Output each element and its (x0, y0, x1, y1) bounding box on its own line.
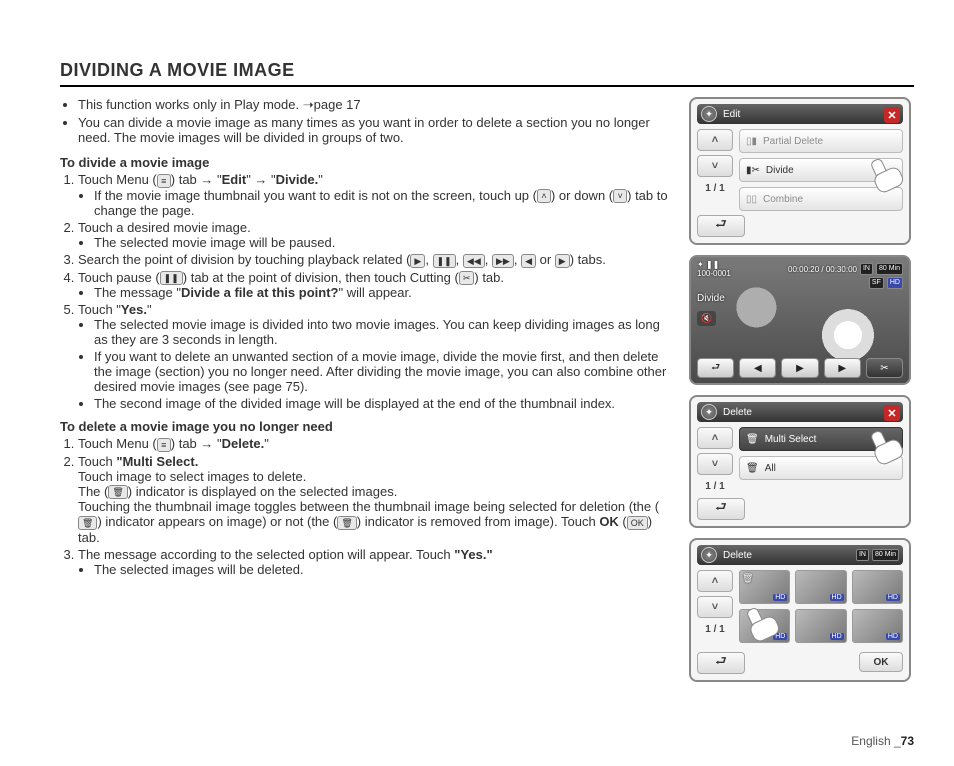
hd-badge: HD (830, 633, 844, 640)
storage-in-badge: IN (856, 549, 869, 561)
intro-bullet-1: This function works only in Play mode. p… (78, 97, 671, 113)
close-button[interactable]: ✕ (884, 107, 900, 123)
quality-hd-badge: HD (887, 277, 903, 289)
step-back-icon: ◀ (521, 254, 536, 268)
fwd-icon: ▶▶ (492, 254, 514, 268)
menu-title: Delete (723, 407, 752, 418)
instruction-text: This function works only in Play mode. p… (60, 97, 671, 682)
thumbnail[interactable]: HD (852, 570, 903, 604)
menu-icon: ≡ (157, 174, 171, 188)
page-indicator: 1 / 1 (697, 181, 733, 196)
subhead-divide: To divide a movie image (60, 155, 671, 170)
battery-badge: 80 Min (872, 549, 899, 561)
return-button[interactable]: ⮐ (697, 215, 745, 237)
pause-state-icon: ❚❚ (706, 260, 719, 269)
pause-icon: ❚❚ (433, 254, 456, 268)
menu-item-all[interactable]: 🗑All (739, 456, 903, 480)
film-icon: ✦ (701, 404, 717, 420)
page-indicator: 1 / 1 (697, 479, 733, 494)
page-down-button[interactable]: ˅ (697, 453, 733, 475)
menu-item-combine[interactable]: ▯▯Combine (739, 187, 903, 211)
down-icon: ˅ (613, 189, 627, 203)
menu-title: Delete (723, 550, 752, 561)
divide-step-3: Search the point of division by touching… (78, 252, 671, 268)
page-down-button[interactable]: ˅ (697, 596, 733, 618)
divide-step-2: Touch a desired movie image. The selecte… (78, 220, 671, 250)
intro-bullet-2: You can divide a movie image as many tim… (78, 115, 671, 145)
play-button[interactable]: ▶ (781, 358, 818, 378)
up-icon: ˄ (537, 189, 551, 203)
divide-step-5: Touch "Yes." The selected movie image is… (78, 302, 671, 411)
lcd-delete-thumbnails: ✦ Delete IN 80 Min ˄ ˅ 1 / 1 🗑 HD HD (689, 538, 911, 682)
file-number: 100-0001 (697, 269, 731, 278)
combine-icon: ▯▯ (746, 194, 757, 205)
close-button[interactable]: ✕ (884, 405, 900, 421)
selected-trash-icon: 🗑 (742, 573, 753, 584)
step-back-button[interactable]: ◀ (739, 358, 776, 378)
page-up-button[interactable]: ˄ (697, 129, 733, 151)
menu-item-divide[interactable]: ▮✂Divide (739, 158, 903, 182)
film-icon: ✦ (697, 260, 704, 269)
trash-icon: 🗑 (337, 516, 356, 530)
quality-sf-badge: SF (869, 277, 884, 289)
arrow-icon (303, 97, 314, 112)
menu-title: Edit (723, 109, 740, 120)
delete-step-1: Touch Menu (≡) tab → "Delete." (78, 436, 671, 452)
subhead-delete: To delete a movie image you no longer ne… (60, 419, 671, 434)
trash-icon: 🗑 (108, 485, 127, 499)
time-counter: 00:00:20 / 00:30:00 (788, 265, 857, 274)
hd-badge: HD (773, 633, 787, 640)
return-button[interactable]: ⮐ (697, 498, 745, 520)
return-button[interactable]: ⮐ (697, 358, 734, 378)
pause-icon: ❚❚ (160, 271, 183, 285)
thumbnail[interactable]: HD (852, 609, 903, 643)
delete-step-2: Touch "Multi Select. Touch image to sele… (78, 454, 671, 545)
ok-button[interactable]: OK (859, 652, 903, 672)
storage-in-badge: IN (860, 263, 873, 275)
rev-icon: ◀◀ (463, 254, 485, 268)
hd-badge: HD (886, 633, 900, 640)
divide-icon: ▮✂ (746, 165, 760, 176)
hd-badge: HD (830, 594, 844, 601)
step-fwd-icon: ▶ (555, 254, 570, 268)
page-up-button[interactable]: ˄ (697, 427, 733, 449)
battery-badge: 80 Min (876, 263, 903, 275)
delete-step-3: The message according to the selected op… (78, 547, 671, 577)
trash-icon: 🗑 (746, 434, 759, 445)
page-down-button[interactable]: ˅ (697, 155, 733, 177)
play-icon: ▶ (410, 254, 425, 268)
trash-icon: 🗑 (78, 516, 97, 530)
menu-item-multi-select[interactable]: 🗑Multi Select (739, 427, 903, 451)
page-footer: English _73 (851, 734, 914, 748)
film-icon: ✦ (701, 547, 717, 563)
mute-button[interactable]: 🔇 (697, 311, 716, 326)
divide-step-4: Touch pause (❚❚) tab at the point of div… (78, 270, 671, 301)
step-forward-button[interactable]: ▶ (824, 358, 861, 378)
film-icon: ✦ (701, 106, 717, 122)
page-up-button[interactable]: ˄ (697, 570, 733, 592)
divide-step-1: Touch Menu (≡) tab → "Edit" → "Divide." … (78, 172, 671, 218)
mode-label-divide: Divide (697, 293, 725, 304)
lcd-edit-menu: ✦ Edit ✕ ˄ ˅ 1 / 1 ▯▮Partial Delete ▮✂Di… (689, 97, 911, 245)
lcd-delete-menu: ✦ Delete ✕ ˄ ˅ 1 / 1 🗑Multi Select 🗑All … (689, 395, 911, 528)
partial-delete-icon: ▯▮ (746, 136, 757, 147)
hd-badge: HD (886, 594, 900, 601)
ok-icon: OK (627, 516, 648, 530)
lcd-playback-divide: ✦ ❚❚ 100-0001 00:00:20 / 00:30:00 IN 80 … (689, 255, 911, 385)
page-title: DIVIDING A MOVIE IMAGE (60, 60, 914, 87)
menu-item-partial-delete[interactable]: ▯▮Partial Delete (739, 129, 903, 153)
thumbnail[interactable]: 🗑 HD (739, 570, 790, 604)
page-indicator: 1 / 1 (697, 622, 733, 637)
trash-icon: 🗑 (746, 463, 759, 474)
thumbnail[interactable]: HD (795, 609, 846, 643)
thumbnail[interactable]: HD (739, 609, 790, 643)
menu-icon: ≡ (157, 438, 171, 452)
cut-icon: ✂ (459, 271, 475, 285)
cut-button[interactable]: ✂ (866, 358, 903, 378)
thumbnail[interactable]: HD (795, 570, 846, 604)
hd-badge: HD (773, 594, 787, 601)
return-button[interactable]: ⮐ (697, 652, 745, 674)
